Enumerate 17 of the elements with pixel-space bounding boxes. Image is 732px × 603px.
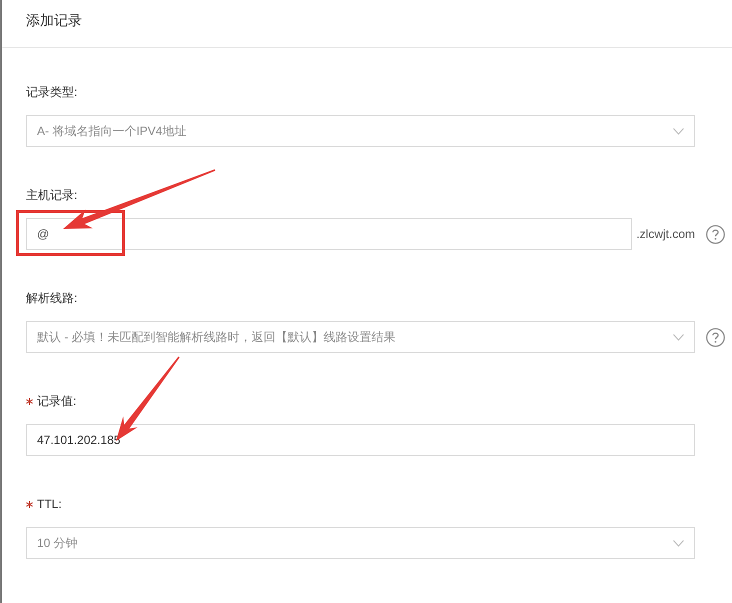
field-label: 解析线路: (26, 290, 78, 307)
field-label: TTL: (37, 496, 62, 513)
text-input[interactable]: 47.101.202.185 (26, 424, 695, 456)
dropdown-select[interactable]: 10 分钟 (26, 527, 695, 559)
dropdown-select[interactable]: 默认 - 必填！未匹配到智能解析线路时，返回【默认】线路设置结果 (26, 321, 695, 353)
chevron-down-icon (673, 334, 684, 340)
dialog-title: 添加记录 (26, 12, 82, 28)
text-input[interactable]: @ (26, 218, 632, 250)
field-label: 记录类型: (26, 84, 78, 101)
domain-suffix: .zlcwjt.com (635, 227, 695, 241)
help-icon[interactable] (706, 224, 725, 244)
dropdown-select[interactable]: A- 将域名指向一个IPV4地址 (26, 115, 695, 147)
field-label: 记录值: (37, 393, 76, 410)
chevron-down-icon (673, 128, 684, 134)
help-icon[interactable] (706, 328, 725, 346)
field-label: 主机记录: (26, 187, 78, 204)
chevron-down-icon (673, 540, 684, 546)
